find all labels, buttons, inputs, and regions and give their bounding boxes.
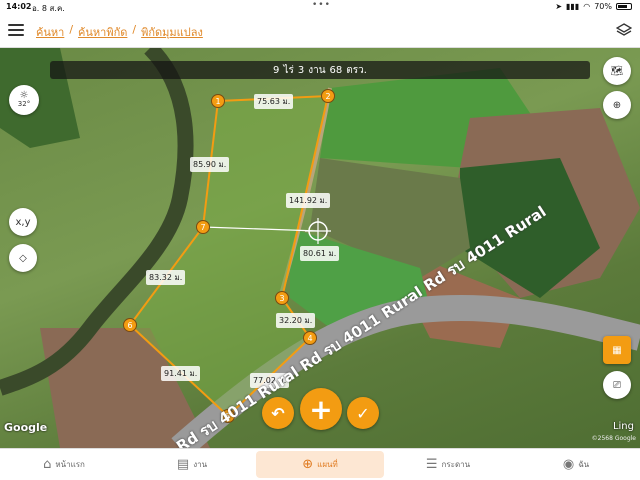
battery-icon [616, 3, 632, 10]
tab-board[interactable]: ☰ กระดาน [384, 449, 512, 480]
map-view[interactable]: 1 2 3 4 5 6 7 75.63 ม. 85.90 ม. 141.92 ม… [0, 48, 640, 448]
distance-label: 141.92 ม. [286, 193, 331, 208]
area-ngan-unit: งาน [308, 64, 326, 76]
plot-point-1[interactable]: 1 [211, 94, 225, 108]
coordinates-button[interactable]: x,y [9, 208, 37, 236]
tab-label: แผนที่ [317, 460, 338, 469]
area-ngan: 3 [297, 64, 305, 76]
confirm-button[interactable]: ✓ [347, 397, 379, 429]
breadcrumb-item-plot-coordinates[interactable]: พิกัดมุมแปลง [141, 23, 203, 41]
undo-icon: ↶ [271, 403, 285, 423]
plus-circle-icon: ⊕ [302, 457, 314, 472]
plot-point-4[interactable]: 4 [303, 331, 317, 345]
hamburger-menu-icon[interactable] [8, 24, 24, 36]
area-summary-bar: 9 ไร่ 3 งาน 68 ตรว. [50, 61, 590, 79]
sun-icon: ☼ [19, 90, 29, 101]
area-wa: 68 [329, 64, 343, 76]
diamond-button[interactable]: ◇ [9, 244, 37, 272]
camera-icon: ⎚ [613, 379, 621, 391]
distance-label: 75.63 ม. [254, 94, 294, 109]
xy-label: x,y [15, 216, 31, 228]
board-icon: ☰ [425, 457, 438, 472]
map-icon: 🗺︎ [610, 65, 624, 77]
ling-label: Ling [612, 421, 634, 432]
location-arrow-icon: ➤ [555, 2, 563, 11]
crosshair-icon: ⊕ [612, 99, 622, 111]
tab-label: ฉัน [578, 460, 590, 469]
add-point-button[interactable]: + [300, 388, 342, 430]
distance-label: 32.20 ม. [276, 313, 316, 328]
tab-map[interactable]: ⊕ แผนที่ [256, 451, 384, 478]
breadcrumb-item-search[interactable]: ค้นหา [36, 23, 64, 41]
tab-label: หน้าแรก [55, 460, 85, 469]
copyright-label: ©2568 Google [591, 435, 636, 442]
more-dots-icon[interactable]: ••• [312, 0, 331, 10]
calendar-icon: ▤ [176, 457, 190, 472]
distance-label: 80.61 ม. [300, 246, 340, 261]
wifi-icon: ◠ [583, 2, 591, 11]
calculator-button[interactable]: ▦ [603, 336, 631, 364]
distance-label: 91.41 ม. [161, 366, 201, 381]
breadcrumb-item-search-coordinates[interactable]: ค้นหาพิกัด [78, 23, 127, 41]
camera-button[interactable]: ⎚ [603, 371, 631, 399]
area-rai-unit: ไร่ [283, 64, 294, 76]
map-type-button[interactable]: 🗺︎ [603, 57, 631, 85]
signal-icon: ▮▮▮ [566, 2, 580, 11]
distance-label: 85.90 ม. [190, 157, 230, 172]
plot-point-3[interactable]: 3 [275, 291, 289, 305]
area-rai: 9 [273, 64, 280, 76]
check-icon: ✓ [356, 403, 370, 423]
plot-point-6[interactable]: 6 [123, 318, 137, 332]
undo-button[interactable]: ↶ [262, 397, 294, 429]
calculator-icon: ▦ [612, 344, 622, 356]
distance-label: 83.32 ม. [146, 270, 186, 285]
tab-me[interactable]: ◉ ฉัน [512, 449, 640, 480]
tab-label: กระดาน [441, 460, 471, 469]
layers-icon[interactable] [616, 23, 632, 37]
sun-position-button[interactable]: ☼ 32° [9, 85, 39, 115]
battery-percent: 70% [594, 2, 612, 11]
tab-bar: ⌂ หน้าแรก ▤ งาน ⊕ แผนที่ ☰ กระดาน ◉ ฉัน [0, 448, 640, 480]
sun-temp: 32° [17, 100, 31, 108]
top-nav: ค้นหา / ค้นหาพิกัด / พิกัดมุมแปลง [0, 14, 640, 48]
status-time: 14:02 [6, 2, 32, 11]
plot-point-7[interactable]: 7 [196, 220, 210, 234]
plot-point-2[interactable]: 2 [321, 89, 335, 103]
user-icon: ◉ [562, 457, 575, 472]
my-location-button[interactable]: ⊕ [603, 91, 631, 119]
tab-label: งาน [193, 460, 208, 469]
area-wa-unit: ตรว. [346, 64, 367, 76]
breadcrumb: ค้นหา / ค้นหาพิกัด / พิกัดมุมแปลง [36, 23, 203, 41]
tab-tasks[interactable]: ▤ งาน [128, 449, 256, 480]
tab-home[interactable]: ⌂ หน้าแรก [0, 449, 128, 480]
home-icon: ⌂ [43, 457, 52, 472]
status-right: ➤ ▮▮▮ ◠ 70% [555, 2, 632, 11]
google-logo: Google [4, 421, 48, 434]
status-bar: 14:02 อ. 8 ส.ค. ••• ➤ ▮▮▮ ◠ 70% [0, 0, 640, 14]
diamond-icon: ◇ [19, 252, 27, 264]
plus-icon: + [309, 392, 333, 426]
